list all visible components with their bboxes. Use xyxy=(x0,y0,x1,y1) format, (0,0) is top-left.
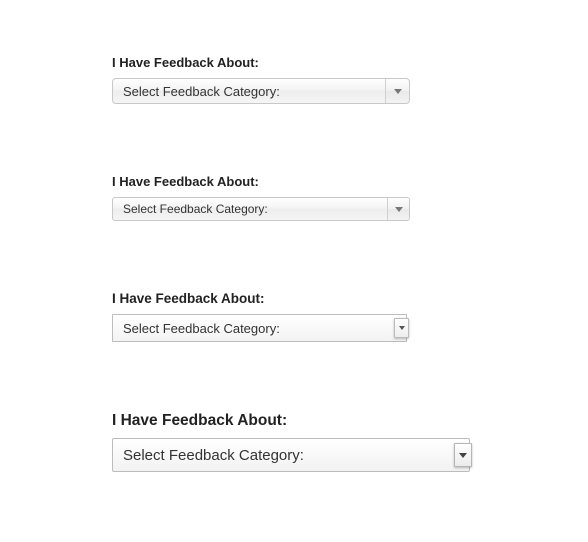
feedback-label: I Have Feedback About: xyxy=(112,55,588,70)
select-value: Select Feedback Category: xyxy=(113,321,394,336)
form-container: I Have Feedback About: Select Feedback C… xyxy=(0,0,588,472)
feedback-group-2: I Have Feedback About: Select Feedback C… xyxy=(112,174,588,221)
select-value: Select Feedback Category: xyxy=(113,84,385,99)
chevron-down-icon xyxy=(387,198,409,220)
chevron-down-icon xyxy=(454,443,472,467)
feedback-category-select[interactable]: Select Feedback Category: xyxy=(112,314,407,342)
select-value: Select Feedback Category: xyxy=(113,202,387,216)
feedback-group-3: I Have Feedback About: Select Feedback C… xyxy=(112,291,588,342)
feedback-group-1: I Have Feedback About: Select Feedback C… xyxy=(112,55,588,104)
chevron-down-icon xyxy=(394,318,409,338)
select-value: Select Feedback Category: xyxy=(113,447,454,464)
feedback-label: I Have Feedback About: xyxy=(112,291,588,306)
feedback-group-4: I Have Feedback About: Select Feedback C… xyxy=(112,412,588,472)
feedback-category-select[interactable]: Select Feedback Category: xyxy=(112,438,470,472)
feedback-label: I Have Feedback About: xyxy=(112,412,588,430)
feedback-category-select[interactable]: Select Feedback Category: xyxy=(112,78,410,104)
feedback-label: I Have Feedback About: xyxy=(112,174,588,189)
feedback-category-select[interactable]: Select Feedback Category: xyxy=(112,197,410,221)
chevron-down-icon xyxy=(385,79,409,103)
